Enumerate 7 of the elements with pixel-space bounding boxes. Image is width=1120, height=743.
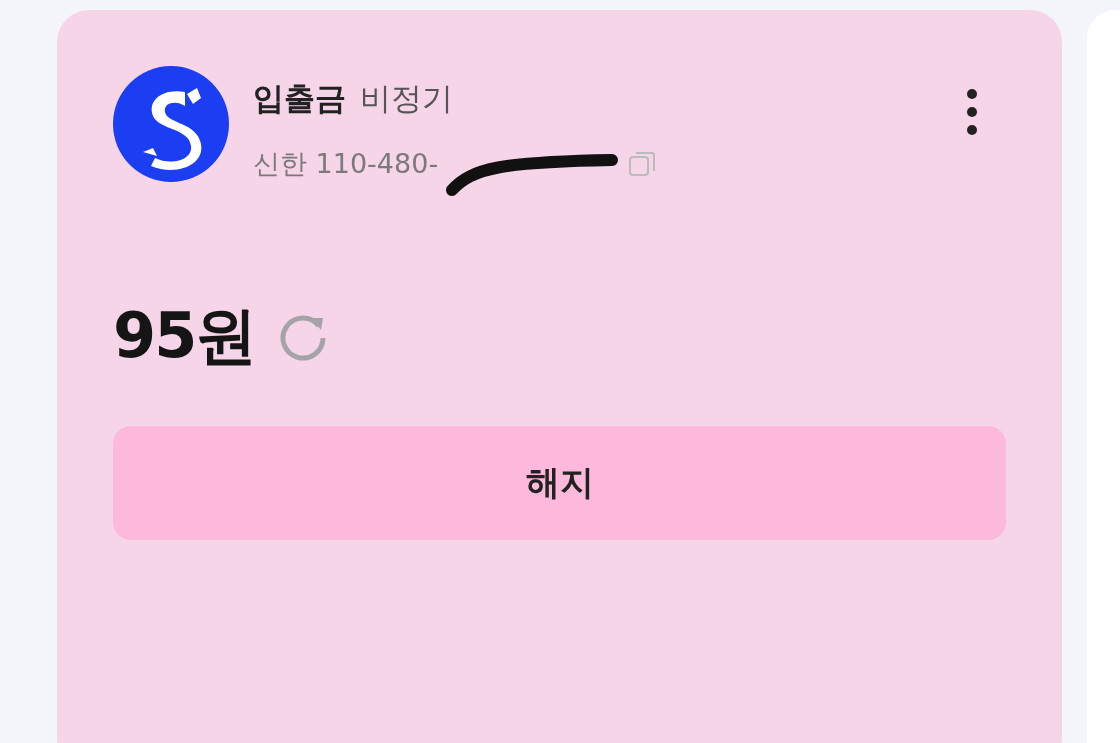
account-tag: 비정기 [360, 78, 453, 120]
account-type: 입출금 [253, 79, 346, 118]
account-number: 신한 110-480- [253, 147, 439, 181]
more-icon[interactable] [966, 88, 978, 136]
balance-amount: 95원 [113, 298, 256, 374]
close-account-button[interactable]: 해지 [113, 426, 1006, 540]
bank-logo-icon [113, 66, 229, 182]
